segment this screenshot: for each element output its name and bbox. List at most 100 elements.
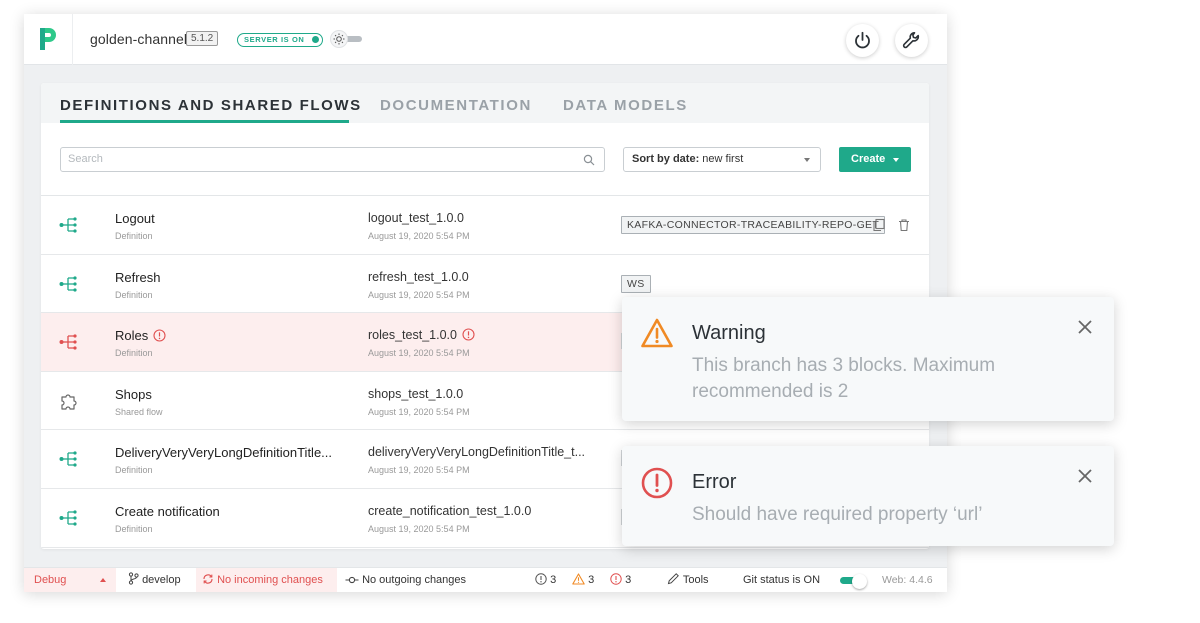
flow-definition-icon [59, 334, 77, 350]
branch-name: develop [142, 574, 181, 586]
create-button[interactable]: Create [839, 147, 911, 172]
error-toast: Error Should have required property ‘url… [622, 446, 1114, 546]
definition-title[interactable]: Shops [115, 387, 152, 402]
definition-tag: KAFKA-CONNECTOR-TRACEABILITY-REPO-GET [621, 216, 886, 234]
definition-date: August 19, 2020 5:54 PM [368, 465, 470, 476]
tab-data-models[interactable]: DATA MODELS [563, 97, 688, 114]
git-toggle-knob [852, 574, 867, 589]
settings-button[interactable] [895, 24, 928, 57]
definition-type: Definition [115, 231, 153, 241]
incoming-label: No incoming changes [217, 574, 323, 586]
flow-definition-icon [59, 217, 77, 233]
git-status-toggle[interactable] [840, 574, 870, 589]
toast-message: This branch has 3 blocks. Maximum recomm… [692, 355, 996, 402]
web-version: Web: 4.4.6 [882, 574, 933, 586]
error-counter[interactable]: 3 [610, 568, 631, 592]
definition-file: create_notification_test_1.0.0 [368, 503, 532, 518]
definition-type: Definition [115, 348, 153, 359]
search-box[interactable] [60, 147, 605, 172]
error-info-icon [153, 329, 166, 342]
create-button-label: Create [851, 153, 886, 165]
list-item[interactable]: Logout Definition logout_test_1.0.0 Augu… [41, 196, 929, 255]
theme-toggle[interactable] [330, 30, 364, 48]
outgoing-label: No outgoing changes [362, 574, 467, 586]
tools-label: Tools [682, 574, 709, 586]
warning-icon [641, 318, 673, 348]
warning-icon [572, 573, 585, 585]
power-button[interactable] [846, 24, 879, 57]
definition-title[interactable]: Create notification [115, 504, 220, 519]
version-badge: 5.1.2 [186, 31, 219, 46]
toast-title: Error [692, 471, 737, 493]
sync-icon [203, 574, 213, 584]
definition-type: Definition [115, 289, 153, 300]
sort-label: Sort by date: [632, 153, 700, 165]
definition-title[interactable]: Logout [115, 211, 155, 226]
info-icon [535, 573, 547, 585]
tools-button[interactable]: Tools [667, 568, 709, 592]
tabs-bar: DEFINITIONS AND SHARED FLOWS DOCUMENTATI… [41, 83, 929, 123]
definition-type: Definition [115, 523, 153, 534]
definition-date: August 19, 2020 5:54 PM [368, 289, 470, 300]
definition-file: shops_test_1.0.0 [368, 386, 464, 401]
definition-date: August 19, 2020 5:54 PM [368, 348, 470, 359]
definition-date: August 19, 2020 5:54 PM [368, 231, 470, 241]
wrench-icon [902, 31, 920, 49]
info-counter[interactable]: 3 [535, 568, 556, 592]
definition-type: Shared flow [115, 406, 163, 417]
commit-icon [345, 576, 359, 584]
trash-icon[interactable] [897, 218, 911, 232]
definition-title[interactable]: DeliveryVeryVeryLongDefinitionTitle... [115, 445, 332, 460]
sort-dropdown[interactable]: Sort by date: new first [623, 147, 821, 172]
search-icon[interactable] [583, 154, 595, 166]
active-tab-indicator [60, 120, 349, 123]
pen-icon [667, 573, 679, 585]
close-icon[interactable] [1077, 468, 1093, 484]
definition-type: Definition [115, 465, 153, 476]
toast-message: Should have required property ‘url’ [692, 504, 983, 525]
status-bar: Debug develop No incoming changes No out… [24, 567, 947, 592]
definition-file: roles_test_1.0.0 [368, 328, 475, 342]
info-count: 3 [550, 574, 557, 586]
definition-date: August 19, 2020 5:54 PM [368, 406, 470, 417]
definition-title-text: Roles [115, 328, 149, 344]
tab-definitions[interactable]: DEFINITIONS AND SHARED FLOWS [60, 97, 362, 114]
power-icon [855, 31, 870, 49]
channel-name: golden-channel [90, 31, 188, 47]
error-count: 3 [625, 574, 632, 586]
toast-title: Warning [692, 322, 766, 344]
outgoing-changes[interactable]: No outgoing changes [345, 568, 466, 592]
definition-tag: WS [621, 274, 651, 293]
mode-selector[interactable]: Debug [24, 568, 116, 592]
error-info-icon [462, 328, 475, 341]
search-input[interactable] [68, 153, 568, 165]
warning-counter[interactable]: 3 [572, 568, 594, 592]
tab-documentation[interactable]: DOCUMENTATION [380, 97, 532, 114]
flow-definition-icon [59, 510, 77, 526]
sort-value: new first [702, 153, 744, 165]
definition-file: logout_test_1.0.0 [368, 211, 464, 225]
chevron-up-icon [100, 578, 106, 582]
server-status-label: SERVER IS ON [244, 35, 305, 44]
chevron-down-icon [893, 158, 899, 162]
chevron-down-icon [804, 158, 810, 162]
branch-selector[interactable]: develop [128, 568, 181, 592]
header: golden-channel 5.1.2 SERVER IS ON [24, 14, 947, 65]
flow-definition-icon [59, 275, 77, 292]
warning-toast: Warning This branch has 3 blocks. Maximu… [622, 297, 1114, 421]
incoming-changes[interactable]: No incoming changes [196, 568, 337, 592]
logo-icon [40, 28, 56, 50]
git-branch-icon [128, 572, 139, 585]
warning-count: 3 [588, 574, 595, 586]
definition-title[interactable]: Refresh [115, 270, 161, 285]
sun-icon [333, 33, 345, 45]
definition-file: deliveryVeryVeryLongDefinitionTitle_t... [368, 445, 586, 460]
definition-title[interactable]: Roles [115, 328, 166, 343]
close-icon[interactable] [1077, 319, 1093, 335]
git-status-label: Git status is ON [743, 574, 821, 586]
definition-file-text: roles_test_1.0.0 [368, 328, 457, 343]
app-logo [24, 14, 73, 65]
puzzle-icon [61, 394, 77, 410]
server-status-toggle[interactable]: SERVER IS ON [237, 33, 324, 47]
copy-icon[interactable] [872, 218, 886, 232]
